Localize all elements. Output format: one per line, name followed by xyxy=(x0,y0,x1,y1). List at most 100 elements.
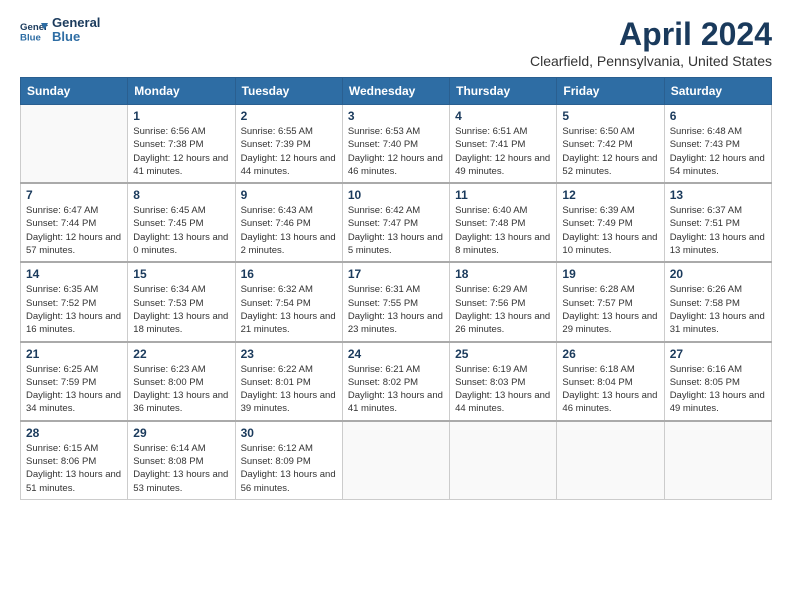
column-header-wednesday: Wednesday xyxy=(342,78,449,105)
calendar-cell: 26 Sunrise: 6:18 AMSunset: 8:04 PMDayligh… xyxy=(557,342,664,421)
logo-line2: Blue xyxy=(52,30,100,44)
column-header-tuesday: Tuesday xyxy=(235,78,342,105)
day-detail: Sunrise: 6:31 AMSunset: 7:55 PMDaylight:… xyxy=(348,283,444,336)
calendar-cell: 29 Sunrise: 6:14 AMSunset: 8:08 PMDayligh… xyxy=(128,421,235,500)
header-row: SundayMondayTuesdayWednesdayThursdayFrid… xyxy=(21,78,772,105)
day-number: 23 xyxy=(241,347,337,361)
day-detail: Sunrise: 6:35 AMSunset: 7:52 PMDaylight:… xyxy=(26,283,122,336)
day-number: 2 xyxy=(241,109,337,123)
logo: General Blue General Blue xyxy=(20,16,100,45)
day-number: 20 xyxy=(670,267,766,281)
calendar-cell: 8 Sunrise: 6:45 AMSunset: 7:45 PMDaylight… xyxy=(128,183,235,262)
calendar-cell xyxy=(342,421,449,500)
day-detail: Sunrise: 6:45 AMSunset: 7:45 PMDaylight:… xyxy=(133,204,229,257)
day-detail: Sunrise: 6:42 AMSunset: 7:47 PMDaylight:… xyxy=(348,204,444,257)
day-detail: Sunrise: 6:43 AMSunset: 7:46 PMDaylight:… xyxy=(241,204,337,257)
day-detail: Sunrise: 6:48 AMSunset: 7:43 PMDaylight:… xyxy=(670,125,766,178)
calendar-cell: 22Sunrise: 6:23 AMSunset: 8:00 PMDayligh… xyxy=(128,342,235,421)
calendar-body: 1 Sunrise: 6:56 AMSunset: 7:38 PMDaylight… xyxy=(21,105,772,500)
calendar-cell: 20Sunrise: 6:26 AMSunset: 7:58 PMDayligh… xyxy=(664,262,771,341)
week-row-3: 14 Sunrise: 6:35 AMSunset: 7:52 PMDayligh… xyxy=(21,262,772,341)
day-number: 29 xyxy=(133,426,229,440)
calendar-cell: 4Sunrise: 6:51 AMSunset: 7:41 PMDaylight… xyxy=(450,105,557,184)
calendar-cell: 25 Sunrise: 6:19 AMSunset: 8:03 PMDayligh… xyxy=(450,342,557,421)
day-number: 11 xyxy=(455,188,551,202)
day-number: 15 xyxy=(133,267,229,281)
day-number: 12 xyxy=(562,188,658,202)
day-detail: Sunrise: 6:39 AMSunset: 7:49 PMDaylight:… xyxy=(562,204,658,257)
day-detail: Sunrise: 6:55 AMSunset: 7:39 PMDaylight:… xyxy=(241,125,337,178)
day-number: 14 xyxy=(26,267,122,281)
calendar-cell: 6Sunrise: 6:48 AMSunset: 7:43 PMDaylight… xyxy=(664,105,771,184)
day-number: 7 xyxy=(26,188,122,202)
day-detail: Sunrise: 6:53 AMSunset: 7:40 PMDaylight:… xyxy=(348,125,444,178)
day-detail: Sunrise: 6:50 AMSunset: 7:42 PMDaylight:… xyxy=(562,125,658,178)
day-detail: Sunrise: 6:25 AMSunset: 7:59 PMDaylight:… xyxy=(26,363,122,416)
day-detail: Sunrise: 6:16 AMSunset: 8:05 PMDaylight:… xyxy=(670,363,766,416)
day-number: 5 xyxy=(562,109,658,123)
calendar-cell: 18 Sunrise: 6:29 AMSunset: 7:56 PMDayligh… xyxy=(450,262,557,341)
logo-line1: General xyxy=(52,16,100,30)
week-row-2: 7 Sunrise: 6:47 AMSunset: 7:44 PMDaylight… xyxy=(21,183,772,262)
day-number: 18 xyxy=(455,267,551,281)
day-detail: Sunrise: 6:56 AMSunset: 7:38 PMDaylight:… xyxy=(133,125,229,178)
calendar-cell: 9 Sunrise: 6:43 AMSunset: 7:46 PMDaylight… xyxy=(235,183,342,262)
day-detail: Sunrise: 6:22 AMSunset: 8:01 PMDaylight:… xyxy=(241,363,337,416)
day-detail: Sunrise: 6:32 AMSunset: 7:54 PMDaylight:… xyxy=(241,283,337,336)
subtitle: Clearfield, Pennsylvania, United States xyxy=(530,53,772,69)
calendar-cell: 30Sunrise: 6:12 AMSunset: 8:09 PMDayligh… xyxy=(235,421,342,500)
svg-text:Blue: Blue xyxy=(20,33,41,44)
calendar-cell: 10 Sunrise: 6:42 AMSunset: 7:47 PMDayligh… xyxy=(342,183,449,262)
week-row-4: 21Sunrise: 6:25 AMSunset: 7:59 PMDayligh… xyxy=(21,342,772,421)
calendar-cell: 16 Sunrise: 6:32 AMSunset: 7:54 PMDayligh… xyxy=(235,262,342,341)
calendar-cell: 2 Sunrise: 6:55 AMSunset: 7:39 PMDaylight… xyxy=(235,105,342,184)
calendar-cell xyxy=(450,421,557,500)
day-detail: Sunrise: 6:51 AMSunset: 7:41 PMDaylight:… xyxy=(455,125,551,178)
column-header-thursday: Thursday xyxy=(450,78,557,105)
day-detail: Sunrise: 6:14 AMSunset: 8:08 PMDaylight:… xyxy=(133,442,229,495)
day-number: 26 xyxy=(562,347,658,361)
header: General Blue General Blue April 2024 Cle… xyxy=(20,16,772,69)
calendar-cell xyxy=(21,105,128,184)
calendar-cell: 27 Sunrise: 6:16 AMSunset: 8:05 PMDayligh… xyxy=(664,342,771,421)
calendar-cell: 21Sunrise: 6:25 AMSunset: 7:59 PMDayligh… xyxy=(21,342,128,421)
calendar-cell: 24Sunrise: 6:21 AMSunset: 8:02 PMDayligh… xyxy=(342,342,449,421)
day-number: 16 xyxy=(241,267,337,281)
day-number: 28 xyxy=(26,426,122,440)
calendar-cell: 11Sunrise: 6:40 AMSunset: 7:48 PMDayligh… xyxy=(450,183,557,262)
column-header-monday: Monday xyxy=(128,78,235,105)
calendar: SundayMondayTuesdayWednesdayThursdayFrid… xyxy=(20,77,772,500)
day-number: 27 xyxy=(670,347,766,361)
calendar-header: SundayMondayTuesdayWednesdayThursdayFrid… xyxy=(21,78,772,105)
day-number: 8 xyxy=(133,188,229,202)
day-number: 3 xyxy=(348,109,444,123)
calendar-cell: 12 Sunrise: 6:39 AMSunset: 7:49 PMDayligh… xyxy=(557,183,664,262)
day-number: 30 xyxy=(241,426,337,440)
day-number: 25 xyxy=(455,347,551,361)
day-detail: Sunrise: 6:23 AMSunset: 8:00 PMDaylight:… xyxy=(133,363,229,416)
week-row-5: 28 Sunrise: 6:15 AMSunset: 8:06 PMDayligh… xyxy=(21,421,772,500)
day-detail: Sunrise: 6:47 AMSunset: 7:44 PMDaylight:… xyxy=(26,204,122,257)
day-number: 24 xyxy=(348,347,444,361)
calendar-cell xyxy=(557,421,664,500)
day-detail: Sunrise: 6:15 AMSunset: 8:06 PMDaylight:… xyxy=(26,442,122,495)
day-detail: Sunrise: 6:18 AMSunset: 8:04 PMDaylight:… xyxy=(562,363,658,416)
column-header-friday: Friday xyxy=(557,78,664,105)
day-number: 19 xyxy=(562,267,658,281)
day-number: 10 xyxy=(348,188,444,202)
calendar-cell: 5 Sunrise: 6:50 AMSunset: 7:42 PMDaylight… xyxy=(557,105,664,184)
day-detail: Sunrise: 6:37 AMSunset: 7:51 PMDaylight:… xyxy=(670,204,766,257)
calendar-cell: 28 Sunrise: 6:15 AMSunset: 8:06 PMDayligh… xyxy=(21,421,128,500)
calendar-cell: 7 Sunrise: 6:47 AMSunset: 7:44 PMDaylight… xyxy=(21,183,128,262)
main-title: April 2024 xyxy=(530,16,772,53)
week-row-1: 1 Sunrise: 6:56 AMSunset: 7:38 PMDaylight… xyxy=(21,105,772,184)
day-number: 9 xyxy=(241,188,337,202)
day-number: 1 xyxy=(133,109,229,123)
day-detail: Sunrise: 6:29 AMSunset: 7:56 PMDaylight:… xyxy=(455,283,551,336)
day-detail: Sunrise: 6:34 AMSunset: 7:53 PMDaylight:… xyxy=(133,283,229,336)
day-detail: Sunrise: 6:28 AMSunset: 7:57 PMDaylight:… xyxy=(562,283,658,336)
column-header-sunday: Sunday xyxy=(21,78,128,105)
calendar-cell: 3 Sunrise: 6:53 AMSunset: 7:40 PMDaylight… xyxy=(342,105,449,184)
logo-icon: General Blue xyxy=(20,16,48,44)
day-detail: Sunrise: 6:19 AMSunset: 8:03 PMDaylight:… xyxy=(455,363,551,416)
